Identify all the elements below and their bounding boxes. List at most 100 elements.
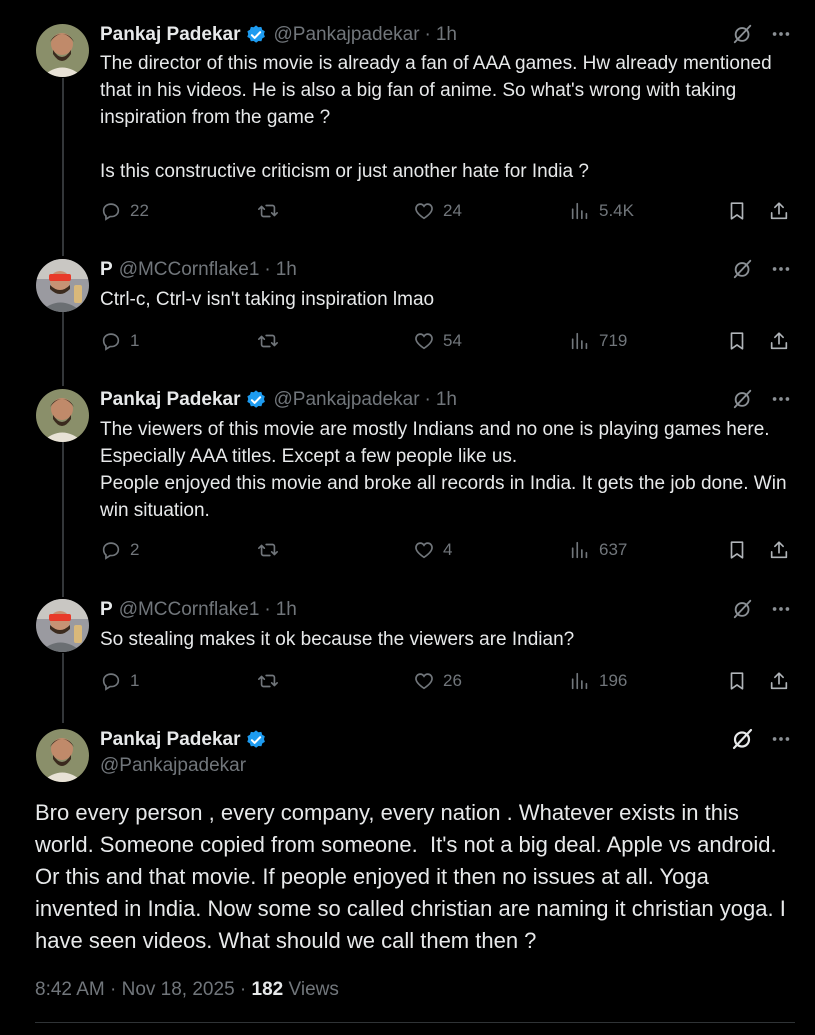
thread-connector <box>62 78 64 256</box>
avatar[interactable] <box>36 599 89 652</box>
share-button[interactable] <box>768 200 790 222</box>
views-label: Views <box>288 979 339 1000</box>
bookmark-button[interactable] <box>726 200 748 222</box>
bookmark-icon <box>730 202 744 220</box>
repost-button[interactable] <box>257 539 287 561</box>
reply-button[interactable]: 1 <box>100 670 139 692</box>
more-icon[interactable] <box>769 727 793 751</box>
author-handle[interactable]: @Pankajpadekar <box>273 389 419 411</box>
views-count: 182 <box>251 979 284 1000</box>
repost-icon <box>258 543 278 557</box>
separator-dot: · <box>264 259 271 280</box>
author-name[interactable]: P <box>100 599 113 621</box>
bookmark-icon <box>730 672 744 690</box>
more-icon[interactable] <box>769 22 793 46</box>
like-count: 4 <box>443 540 453 559</box>
reply-button[interactable]: 22 <box>100 200 149 222</box>
tweet-text: So stealing makes it ok because the view… <box>100 629 575 650</box>
like-button[interactable]: 24 <box>413 200 462 222</box>
reply-count: 22 <box>130 201 149 220</box>
views-icon <box>571 672 588 690</box>
views-button[interactable]: 196 <box>569 670 627 692</box>
author-name[interactable]: Pankaj Padekar <box>100 24 240 46</box>
like-icon <box>415 203 433 220</box>
share-icon <box>770 541 788 559</box>
more-icon[interactable] <box>769 257 793 281</box>
author-name[interactable]: P <box>100 259 113 281</box>
avatar[interactable] <box>36 259 89 312</box>
author-handle[interactable]: @MCCornflake1 <box>119 599 260 621</box>
repost-button[interactable] <box>257 670 287 692</box>
timestamp[interactable]: 1h <box>276 599 297 621</box>
share-button[interactable] <box>768 330 790 352</box>
tweet-text: Bro every person , every company, every … <box>35 800 792 953</box>
more-icon[interactable] <box>769 597 793 621</box>
views-button[interactable]: 637 <box>569 539 627 561</box>
reply-icon <box>102 203 120 221</box>
reply-button[interactable]: 1 <box>100 330 139 352</box>
bookmark-icon <box>730 332 744 350</box>
views-icon <box>571 202 588 220</box>
views-button[interactable]: 5.4K <box>569 200 634 222</box>
views-icon <box>571 332 588 350</box>
separator-dot: · <box>424 389 431 410</box>
like-button[interactable]: 26 <box>413 670 462 692</box>
grok-icon[interactable] <box>731 727 755 751</box>
thread-connector <box>62 312 64 386</box>
like-button[interactable]: 54 <box>413 330 462 352</box>
author-name[interactable]: Pankaj Padekar <box>100 729 240 751</box>
verified-icon <box>245 24 267 46</box>
tweet-text: The director of this movie is already a … <box>100 53 772 182</box>
repost-button[interactable] <box>257 330 287 352</box>
like-icon <box>415 333 433 350</box>
post-date[interactable]: Nov 18, 2025 <box>122 979 235 1000</box>
reply-count: 1 <box>130 671 140 690</box>
like-count: 26 <box>443 671 462 690</box>
bookmark-icon <box>730 541 744 559</box>
repost-button[interactable] <box>257 200 287 222</box>
bookmark-button[interactable] <box>726 670 748 692</box>
reply-icon <box>102 542 120 560</box>
like-button[interactable]: 4 <box>413 539 452 561</box>
more-icon[interactable] <box>769 387 793 411</box>
bookmark-button[interactable] <box>726 330 748 352</box>
avatar[interactable] <box>36 24 89 77</box>
share-icon <box>770 672 788 690</box>
separator-dot: · <box>239 979 252 1000</box>
grok-icon[interactable] <box>731 387 755 411</box>
reply-count: 2 <box>130 540 140 559</box>
grok-icon[interactable] <box>731 597 755 621</box>
like-count: 24 <box>443 201 462 220</box>
grok-icon[interactable] <box>731 257 755 281</box>
timestamp[interactable]: 1h <box>436 24 457 46</box>
share-button[interactable] <box>768 670 790 692</box>
author-handle[interactable]: @Pankajpadekar <box>273 24 419 46</box>
verified-icon <box>245 729 267 751</box>
thread-connector <box>62 442 64 597</box>
tweet-text: Ctrl-c, Ctrl-v isn't taking inspiration … <box>100 289 435 310</box>
separator-dot: · <box>424 24 431 45</box>
share-button[interactable] <box>768 539 790 561</box>
view-count: 719 <box>599 331 628 350</box>
share-icon <box>770 202 788 220</box>
avatar[interactable] <box>36 729 89 782</box>
divider <box>35 1022 795 1023</box>
repost-icon <box>258 204 278 218</box>
views-button[interactable]: 719 <box>569 330 627 352</box>
post-time[interactable]: 8:42 AM <box>35 979 105 1000</box>
separator-dot: · <box>110 979 122 1000</box>
timestamp[interactable]: 1h <box>436 389 457 411</box>
avatar[interactable] <box>36 389 89 442</box>
view-count: 5.4K <box>599 201 634 220</box>
author-handle[interactable]: @MCCornflake1 <box>119 259 260 281</box>
bookmark-button[interactable] <box>726 539 748 561</box>
author-name[interactable]: Pankaj Padekar <box>100 389 240 411</box>
conversation-thread: Pankaj Padekar @Pankajpadekar · 1h The d… <box>0 0 815 1035</box>
author-handle[interactable]: @Pankajpadekar <box>100 755 267 777</box>
timestamp[interactable]: 1h <box>276 259 297 281</box>
grok-icon[interactable] <box>731 22 755 46</box>
reply-icon <box>102 333 120 351</box>
reply-button[interactable]: 2 <box>100 539 139 561</box>
verified-icon <box>245 389 267 411</box>
reply-icon <box>102 673 120 691</box>
